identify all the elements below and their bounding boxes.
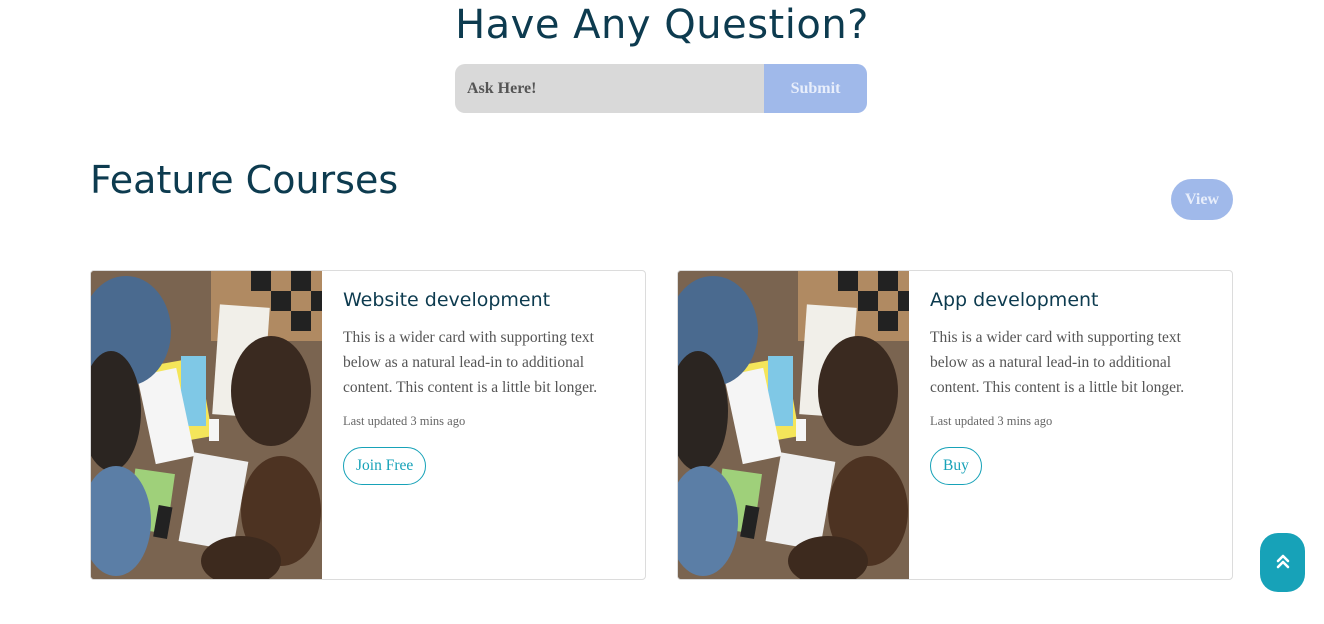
page: Have Any Question? Submit Feature Course…	[0, 0, 1324, 624]
course-title: Website development	[343, 289, 551, 311]
course-card-body: Website development This is a wider card…	[322, 271, 645, 579]
course-card-body: App development This is a wider card wit…	[909, 271, 1232, 579]
course-last-updated: Last updated 3 mins ago	[930, 414, 1053, 428]
course-card-website: Website development This is a wider card…	[90, 270, 646, 580]
course-card-app: App development This is a wider card wit…	[677, 270, 1233, 580]
course-image	[91, 271, 322, 579]
course-description: This is a wider card with supporting tex…	[343, 329, 598, 396]
view-button[interactable]: View	[1171, 179, 1233, 220]
question-title: Have Any Question?	[455, 2, 869, 48]
ask-form: Submit	[455, 64, 867, 113]
buy-button[interactable]: Buy	[930, 447, 982, 485]
course-description: This is a wider card with supporting tex…	[930, 329, 1185, 396]
scroll-to-top-button[interactable]	[1260, 533, 1305, 592]
feature-courses-title: Feature Courses	[90, 158, 399, 202]
course-title: App development	[930, 289, 1099, 311]
submit-button[interactable]: Submit	[764, 64, 867, 113]
course-image	[678, 271, 909, 579]
course-last-updated: Last updated 3 mins ago	[343, 414, 466, 428]
double-chevron-up-icon	[1276, 553, 1290, 572]
ask-input[interactable]	[455, 64, 764, 113]
join-free-button[interactable]: Join Free	[343, 447, 427, 485]
